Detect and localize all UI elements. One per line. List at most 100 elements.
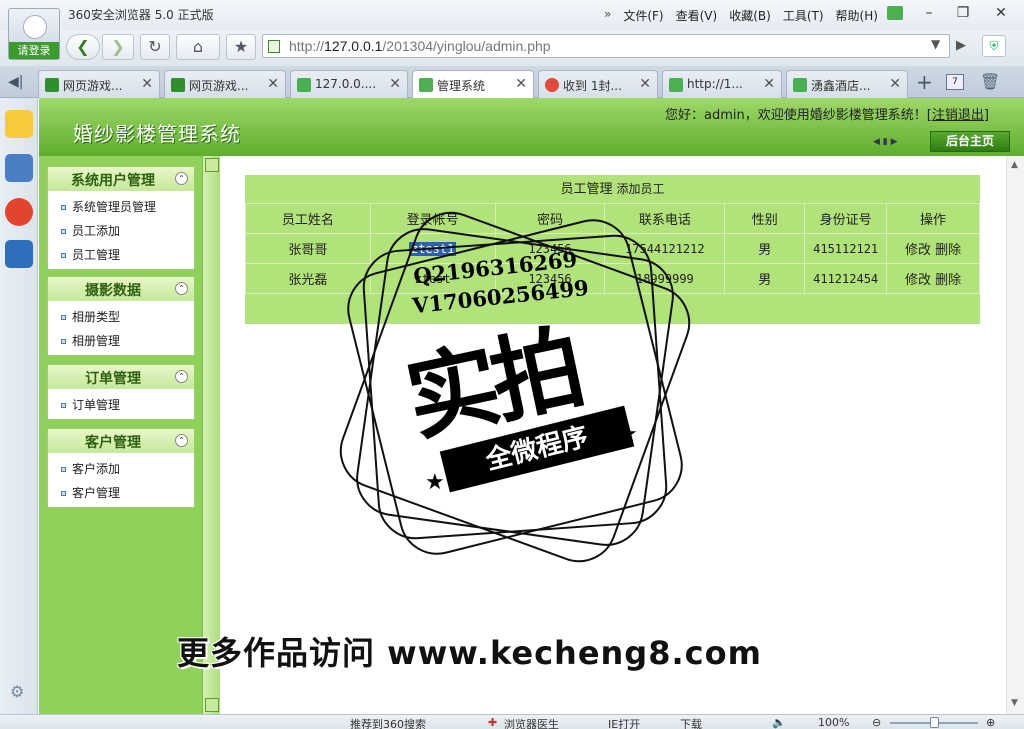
weibo-icon[interactable] [5, 198, 33, 226]
bullet-icon [61, 205, 66, 210]
favorite-star-icon[interactable]: ★ [226, 34, 256, 60]
tab-7[interactable]: 湧鑫酒店... ✕ [786, 70, 908, 98]
browser-doctor[interactable]: 浏览器医生 [504, 716, 559, 729]
zoom-in-icon[interactable]: ⊕ [986, 716, 995, 729]
cell-id-number: 411212454 [804, 263, 888, 294]
tab-label: 网页游戏... [63, 79, 123, 93]
tab-4-active[interactable]: 管理系统 ✕ [412, 70, 534, 99]
trash-icon[interactable]: 🗑 [980, 72, 1000, 91]
menu-header[interactable]: 订单管理 ⌃ [48, 365, 194, 389]
tab-close-icon[interactable]: ✕ [889, 76, 901, 92]
collapse-chevron-icon[interactable]: ⌃ [175, 282, 188, 295]
menu-file[interactable]: 文件(F) [623, 7, 663, 24]
tab-count-icon[interactable]: 7 [946, 74, 964, 90]
minimize-button[interactable]: – [918, 4, 940, 22]
go-arrow-icon[interactable]: ▶ [956, 38, 966, 53]
tab-close-icon[interactable]: ✕ [267, 76, 279, 92]
scroll-up-icon[interactable]: ▲ [1011, 160, 1018, 170]
skin-shirt-icon[interactable] [887, 6, 903, 20]
menu-item-label: 系统管理员管理 [72, 200, 157, 214]
forward-arrow-icon[interactable]: ❯ [102, 34, 134, 60]
menu-item-admin-manage[interactable]: 系统管理员管理 [48, 195, 194, 219]
menu-item-add-staff[interactable]: 员工添加 [48, 219, 194, 243]
bullet-icon [61, 253, 66, 258]
tab-close-icon[interactable]: ✕ [141, 76, 153, 92]
tab-close-icon[interactable]: ✕ [763, 76, 775, 92]
tab-favicon-icon [545, 78, 559, 92]
ie-open[interactable]: IE打开 [608, 716, 640, 729]
tab-favicon-icon [793, 78, 807, 92]
menu-item-staff-manage[interactable]: 员工管理 [48, 243, 194, 267]
zoom-level[interactable]: 100% [818, 716, 849, 729]
menu-help[interactable]: 帮助(H) [836, 7, 878, 24]
menu-view[interactable]: 查看(V) [676, 7, 718, 24]
col-gender: 性别 [724, 203, 806, 234]
menu-item-album-manage[interactable]: 相册管理 [48, 329, 194, 353]
tab-2[interactable]: 网页游戏... ✕ [164, 70, 286, 98]
tab-3[interactable]: 127.0.0.... ✕ [290, 70, 408, 98]
tab-close-icon[interactable]: ✕ [389, 76, 401, 92]
user-avatar[interactable]: 请登录 [8, 8, 60, 60]
close-window-button[interactable]: ✕ [990, 4, 1012, 22]
delete-link[interactable]: 删除 [935, 273, 961, 288]
logout-link[interactable]: 注销退出 [932, 108, 984, 123]
new-tab-plus-icon[interactable]: + [916, 70, 933, 94]
mobile-icon[interactable] [5, 240, 33, 268]
tab-1[interactable]: 网页游戏... ✕ [38, 70, 160, 98]
favorites-star-icon[interactable] [5, 110, 33, 138]
welcome-text: 您好：admin，欢迎使用婚纱影楼管理系统！[ [665, 108, 932, 123]
collapse-chevron-icon[interactable]: ⌃ [175, 172, 188, 185]
refresh-icon[interactable]: ↻ [140, 34, 170, 60]
page-icon [268, 40, 280, 53]
back-arrow-icon[interactable]: ❮ [66, 34, 100, 60]
menu-tools[interactable]: 工具(T) [783, 7, 824, 24]
address-dropdown-icon[interactable]: ▼ [931, 37, 940, 51]
delete-link[interactable]: 删除 [935, 243, 961, 258]
edit-link[interactable]: 修改 [905, 273, 931, 288]
bullet-icon [61, 467, 66, 472]
menu-item-add-customer[interactable]: 客户添加 [48, 457, 194, 481]
admin-home-button[interactable]: 后台主页 [930, 131, 1010, 152]
speaker-icon[interactable]: 🔈 [772, 716, 786, 729]
home-icon[interactable]: ⌂ [176, 34, 220, 60]
collapse-chevron-icon[interactable]: ⌃ [175, 370, 188, 383]
login-label[interactable]: 请登录 [9, 42, 59, 59]
menu-item-order-manage[interactable]: 订单管理 [48, 393, 194, 417]
tab-back-icon[interactable]: ◀| [8, 74, 23, 90]
selected-text[interactable]: ztest1 [408, 241, 457, 256]
menu-item-label: 订单管理 [72, 398, 121, 412]
doctor-icon: ✚ [488, 716, 498, 729]
download[interactable]: 下载 [680, 716, 702, 729]
address-bar[interactable]: http://127.0.0.1/201304/yinglou/admin.ph… [262, 34, 950, 58]
menu-header[interactable]: 系统用户管理 ⌃ [48, 167, 194, 191]
edit-link[interactable]: 修改 [905, 243, 931, 258]
tab-5[interactable]: 收到 1封... ✕ [538, 70, 658, 98]
settings-gear-icon[interactable]: ⚙ [10, 682, 24, 701]
security-shield-icon[interactable]: ⛨ [982, 35, 1006, 57]
tab-favicon-icon [171, 78, 185, 92]
add-staff-link[interactable]: 添加员工 [617, 182, 665, 196]
menu-item-customer-manage[interactable]: 客户管理 [48, 481, 194, 505]
tab-favicon-icon [45, 78, 59, 92]
tab-close-icon[interactable]: ✕ [515, 76, 527, 92]
vertical-scrollbar[interactable]: ▲ ▼ [1006, 156, 1024, 714]
menu-item-album-type[interactable]: 相册类型 [48, 305, 194, 329]
scroll-down-icon[interactable]: ▼ [1011, 698, 1018, 708]
tab-close-icon[interactable]: ✕ [639, 76, 651, 92]
avatar-head-icon [23, 15, 47, 39]
recommend-search[interactable]: 推荐到360搜索 [350, 716, 426, 729]
zoom-slider-knob[interactable] [930, 717, 939, 728]
menu-favorites[interactable]: 收藏(B) [729, 7, 771, 24]
zoom-out-icon[interactable]: ⊖ [872, 716, 881, 729]
collapse-chevron-icon[interactable]: ⌃ [175, 434, 188, 447]
menu-header[interactable]: 摄影数据 ⌃ [48, 277, 194, 301]
cell-name: 张哥哥 [245, 233, 371, 264]
address-text[interactable]: http://127.0.0.1/201304/yinglou/admin.ph… [289, 38, 551, 54]
tab-label: 收到 1封... [563, 79, 622, 93]
frame-toggle-arrows-icon[interactable]: ◀ ▮ ▶ [873, 137, 898, 147]
tab-6[interactable]: http://1... ✕ [662, 70, 782, 98]
news-icon[interactable] [5, 154, 33, 182]
restore-button[interactable]: ❐ [952, 4, 974, 22]
menu-more-arrow[interactable]: » [604, 7, 611, 24]
menu-header[interactable]: 客户管理 ⌃ [48, 429, 194, 453]
